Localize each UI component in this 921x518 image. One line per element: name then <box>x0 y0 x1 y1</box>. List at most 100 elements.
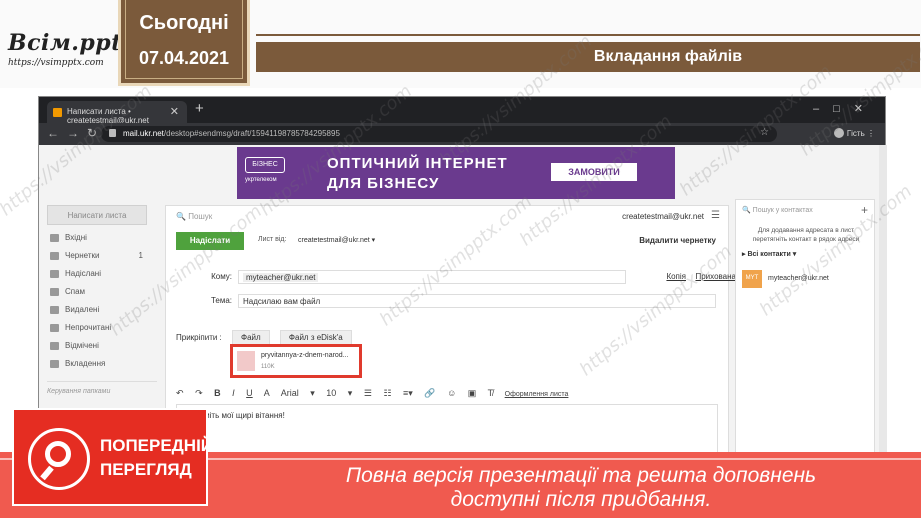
sidebar-item-unread[interactable]: Непрочитані <box>47 323 157 339</box>
all-contacts-label: Всі контакти <box>747 251 791 258</box>
manage-folders-link[interactable]: Керування папками <box>47 381 157 395</box>
drafts-icon <box>50 252 59 260</box>
sidebar-item-spam[interactable]: Спам <box>47 287 157 303</box>
delete-draft-button[interactable]: Видалити чернетку <box>639 236 716 245</box>
image-icon[interactable]: ▣ <box>468 388 477 398</box>
bullet-list-icon[interactable]: ☷ <box>383 388 391 398</box>
mail-favicon-icon <box>53 108 62 117</box>
ad-provider: укртелеком <box>245 177 277 183</box>
sidebar-item-trash[interactable]: Видалені <box>47 305 157 321</box>
logo-brand: Всім.pptx <box>8 30 136 56</box>
url-field[interactable]: mail.ukr.net/desktop#sendmsg/draft/15941… <box>101 126 777 142</box>
promo-text-line1: Повна версія презентації та решта доповн… <box>345 464 817 487</box>
trash-icon <box>50 306 59 314</box>
attached-file[interactable]: pryvitannya-z-dnem-narod... 110K <box>230 344 362 378</box>
text-color-button[interactable]: A <box>264 388 270 398</box>
sidebar-item-label: Видалені <box>65 305 100 314</box>
font-select[interactable]: Arial ▾ <box>281 388 315 398</box>
address-bar-row: ←→↻ mail.ukr.net/desktop#sendmsg/draft/1… <box>39 123 885 145</box>
slide-title: Вкладання файлів <box>593 48 743 65</box>
subject-field[interactable]: Надсилаю вам файл <box>238 294 716 308</box>
close-tab-icon[interactable]: ✕ <box>170 105 179 118</box>
contacts-search[interactable]: 🔍 Пошук у контактах <box>742 206 813 214</box>
ad-order-button[interactable]: ЗАМОВИТИ <box>551 163 637 181</box>
url-host: mail.ukr.net <box>123 129 164 138</box>
browser-tab[interactable]: Написати листа • createtestmail@ukr.net … <box>47 101 187 125</box>
from-label: Лист від: <box>258 236 287 243</box>
window-controls[interactable]: –□✕ <box>813 102 877 115</box>
from-value: createtestmail@ukr.net <box>298 237 370 244</box>
all-contacts-dropdown[interactable]: ▸ Всі контакти ▾ <box>742 250 796 258</box>
attach-file-button[interactable]: Файл <box>232 330 270 345</box>
recipient-chip[interactable]: myteacher@ukr.net <box>243 273 319 282</box>
badge-line1: ПОПЕРЕДНІЙ <box>100 436 214 455</box>
ad-line1: ОПТИЧНИЙ ІНТЕРНЕТ <box>327 155 508 172</box>
sidebar-item-drafts[interactable]: Чернетки 1 <box>47 251 157 267</box>
contacts-hint: Для додавання адресата в лист перетягніт… <box>752 227 860 243</box>
link-icon[interactable]: 🔗 <box>424 388 435 398</box>
date-label: Сьогодні <box>139 12 229 34</box>
bcc-link[interactable]: Прихована <box>695 272 736 281</box>
slide-title-band: Вкладання файлів <box>256 42 920 72</box>
search-placeholder: Пошук <box>188 212 213 221</box>
sidebar-item-label: Відмічені <box>65 341 99 350</box>
new-tab-icon[interactable]: + <box>195 100 204 117</box>
bold-button[interactable]: B <box>214 388 221 398</box>
sent-icon <box>50 270 59 278</box>
compose-button[interactable]: Написати листа <box>47 205 147 225</box>
profile-button[interactable]: Гість ⋮ <box>833 128 875 138</box>
paperclip-icon <box>50 360 59 368</box>
badge-line2: ПЕРЕГЛЯД <box>100 460 192 479</box>
sidebar-item-attachments[interactable]: Вкладення <box>47 359 157 375</box>
sidebar-item-label: Непрочитані <box>65 323 112 332</box>
logo-url: https://vsimpptx.com <box>8 58 104 68</box>
url-path: /desktop#sendmsg/draft/15941198785784295… <box>163 129 340 138</box>
ad-banner[interactable]: БІЗНЕС укртелеком ОПТИЧНИЙ ІНТЕРНЕТ ДЛЯ … <box>237 147 675 199</box>
avatar-icon <box>833 128 844 138</box>
underline-button[interactable]: U <box>246 388 253 398</box>
send-button[interactable]: Надіслати <box>176 232 244 250</box>
sidebar-item-sent[interactable]: Надіслані <box>47 269 157 285</box>
hamburger-menu-icon[interactable]: ☰ <box>711 210 720 221</box>
emoji-icon[interactable]: ☺ <box>447 388 456 398</box>
nav-buttons[interactable]: ←→↻ <box>47 126 105 140</box>
magnifier-handle <box>40 465 54 481</box>
contact-avatar: MYT <box>742 270 762 288</box>
from-select[interactable]: createtestmail@ukr.net ▾ <box>298 236 375 244</box>
attach-row: Прикріпити : Файл Файл з eDisk'a <box>176 330 352 345</box>
ad-badge: БІЗНЕС <box>245 157 285 173</box>
undo-icon[interactable]: ↶ <box>176 388 184 398</box>
italic-button[interactable]: I <box>232 388 235 398</box>
sidebar-item-label: Спам <box>65 287 86 296</box>
attach-edisk-button[interactable]: Файл з eDisk'a <box>279 330 352 345</box>
mail-search[interactable]: 🔍 Пошук <box>176 212 212 221</box>
sidebar-item-starred[interactable]: Відмічені <box>47 341 157 357</box>
to-row: Кому: myteacher@ukr.net Копія Прихована <box>176 270 736 286</box>
file-thumbnail <box>237 351 255 371</box>
subject-row: Тема: Надсилаю вам файл <box>176 294 716 310</box>
clear-format-icon[interactable]: T̸ <box>488 388 494 398</box>
tab-bar: Написати листа • createtestmail@ukr.net … <box>39 97 885 125</box>
contacts-search-placeholder: Пошук у контактах <box>752 207 813 214</box>
magnifier-icon <box>28 428 90 490</box>
font-size-value: 10 <box>326 388 337 398</box>
account-email[interactable]: createtestmail@ukr.net <box>622 212 704 221</box>
cc-link[interactable]: Копія <box>666 272 686 281</box>
to-label: Кому: <box>211 272 232 281</box>
site-logo: Всім.pptx https://vsimpptx.com <box>8 30 136 68</box>
date-value: 07.04.2021 <box>138 48 230 68</box>
contact-item[interactable]: MYT myteacher@ukr.net <box>742 270 870 288</box>
magnifier-lens <box>45 441 71 467</box>
ordered-list-icon[interactable]: ☰ <box>364 388 372 398</box>
font-size-select[interactable]: 10 ▾ <box>326 388 352 398</box>
add-contact-icon[interactable]: + <box>861 203 868 217</box>
sidebar-item-inbox[interactable]: Вхідні <box>47 233 157 249</box>
star-icon <box>50 342 59 350</box>
format-letter-link[interactable]: Оформлення листа <box>505 391 569 398</box>
bookmark-star-icon[interactable]: ☆ <box>760 127 769 138</box>
promo-text-line2: доступні після придбання. <box>450 488 712 511</box>
redo-icon[interactable]: ↷ <box>195 388 203 398</box>
to-field[interactable]: myteacher@ukr.net <box>238 270 626 284</box>
align-icon[interactable]: ≡▾ <box>403 388 413 398</box>
file-name: pryvitannya-z-dnem-narod... <box>261 352 349 359</box>
